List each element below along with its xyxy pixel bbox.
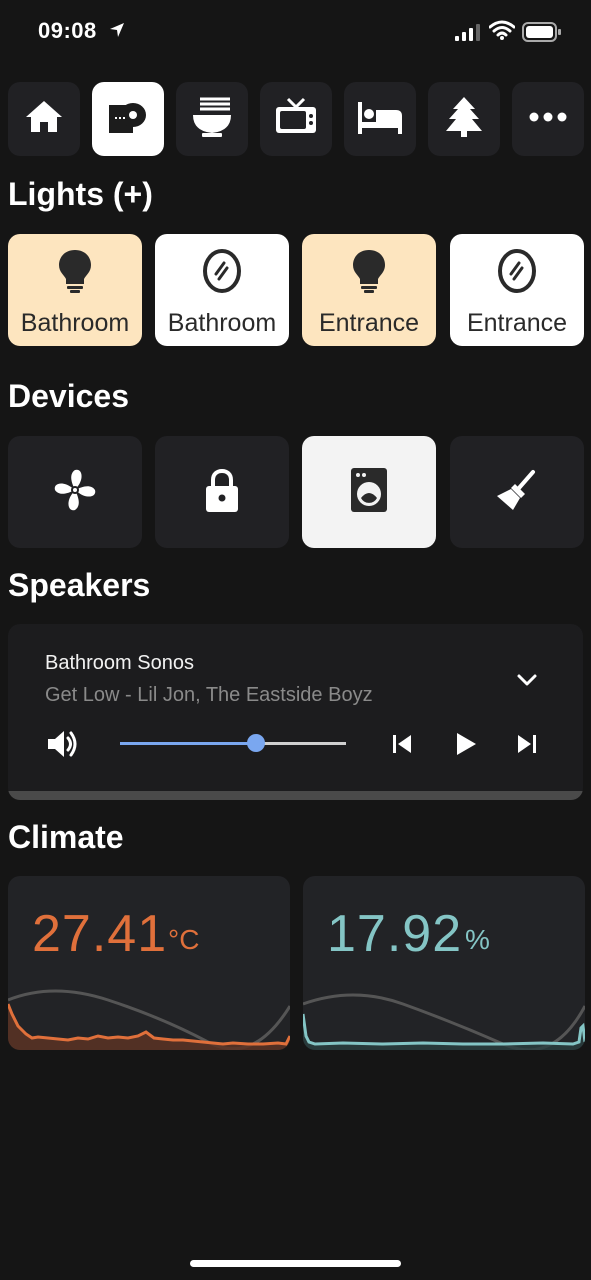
- washing-machine-icon: [349, 466, 389, 519]
- light-tile-entrance-bulb[interactable]: Entrance: [302, 234, 436, 346]
- cellular-signal-icon: [455, 24, 481, 47]
- light-tile-bathroom-mirror[interactable]: Bathroom: [155, 234, 289, 346]
- status-bar: 09:08: [0, 0, 591, 64]
- mirror-icon: [497, 248, 537, 299]
- toilet-paper-icon: [105, 97, 151, 142]
- home-icon: [24, 97, 64, 142]
- tv-icon: [274, 97, 318, 142]
- light-label: Entrance: [318, 309, 420, 337]
- tab-bedroom[interactable]: [344, 82, 416, 156]
- previous-track-icon[interactable]: [390, 732, 414, 761]
- lock-icon: [202, 466, 242, 519]
- tab-home[interactable]: [8, 82, 80, 156]
- volume-fill: [120, 742, 256, 745]
- broom-icon: [495, 468, 539, 517]
- temperature-graph: [8, 989, 290, 1050]
- tab-kitchen[interactable]: [176, 82, 248, 156]
- tab-living-room[interactable]: [260, 82, 332, 156]
- more-dots-icon: [528, 110, 568, 128]
- humidity-card[interactable]: 17.92 %: [303, 876, 585, 1050]
- light-label: Bathroom: [167, 309, 277, 337]
- pine-tree-icon: [444, 95, 484, 144]
- device-tile-fan[interactable]: [8, 436, 142, 548]
- lights-title: Lights (+): [8, 176, 153, 212]
- mirror-icon: [202, 248, 242, 299]
- play-icon[interactable]: [454, 731, 478, 762]
- device-tile-vacuum[interactable]: [450, 436, 584, 548]
- next-track-icon[interactable]: [515, 732, 539, 761]
- climate-title: Climate: [8, 819, 124, 855]
- volume-knob[interactable]: [246, 734, 265, 752]
- wifi-icon: [488, 20, 516, 45]
- device-tile-washing-machine[interactable]: [302, 436, 436, 548]
- status-time: 09:08: [38, 18, 97, 43]
- temperature-card[interactable]: 27.41 °C: [8, 876, 290, 1050]
- light-tile-entrance-mirror[interactable]: Entrance: [450, 234, 584, 346]
- lightbulb-icon: [57, 248, 93, 299]
- light-label: Entrance: [466, 309, 568, 337]
- speakers-title: Speakers: [8, 567, 151, 603]
- volume-slider[interactable]: [120, 730, 346, 758]
- device-tile-lock[interactable]: [155, 436, 289, 548]
- media-progress-bar: [8, 791, 583, 800]
- volume-icon[interactable]: [46, 728, 80, 765]
- fan-icon: [51, 466, 99, 519]
- speaker-name: Bathroom Sonos: [45, 652, 194, 674]
- temperature-unit: °C: [168, 924, 200, 955]
- home-indicator[interactable]: [190, 1260, 401, 1267]
- battery-icon: [522, 21, 562, 48]
- media-player-card[interactable]: Bathroom Sonos Get Low - Lil Jon, The Ea…: [8, 624, 583, 800]
- chevron-down-icon[interactable]: [516, 672, 538, 693]
- track-info: Get Low - Lil Jon, The Eastside Boyz: [45, 684, 373, 706]
- humidity-graph: [303, 993, 585, 1050]
- lightbulb-icon: [351, 248, 387, 299]
- location-arrow-icon: [108, 21, 126, 44]
- temperature-value: 27.41: [32, 905, 168, 963]
- tab-garden[interactable]: [428, 82, 500, 156]
- humidity-unit: %: [465, 924, 490, 955]
- noodle-bowl-icon: [190, 95, 234, 144]
- devices-title: Devices: [8, 378, 129, 414]
- light-label: Bathroom: [20, 309, 130, 337]
- light-tile-bathroom-bulb[interactable]: Bathroom: [8, 234, 142, 346]
- humidity-value: 17.92: [327, 905, 463, 963]
- bed-icon: [356, 98, 404, 141]
- tab-bathroom[interactable]: [92, 82, 164, 156]
- tab-more[interactable]: [512, 82, 584, 156]
